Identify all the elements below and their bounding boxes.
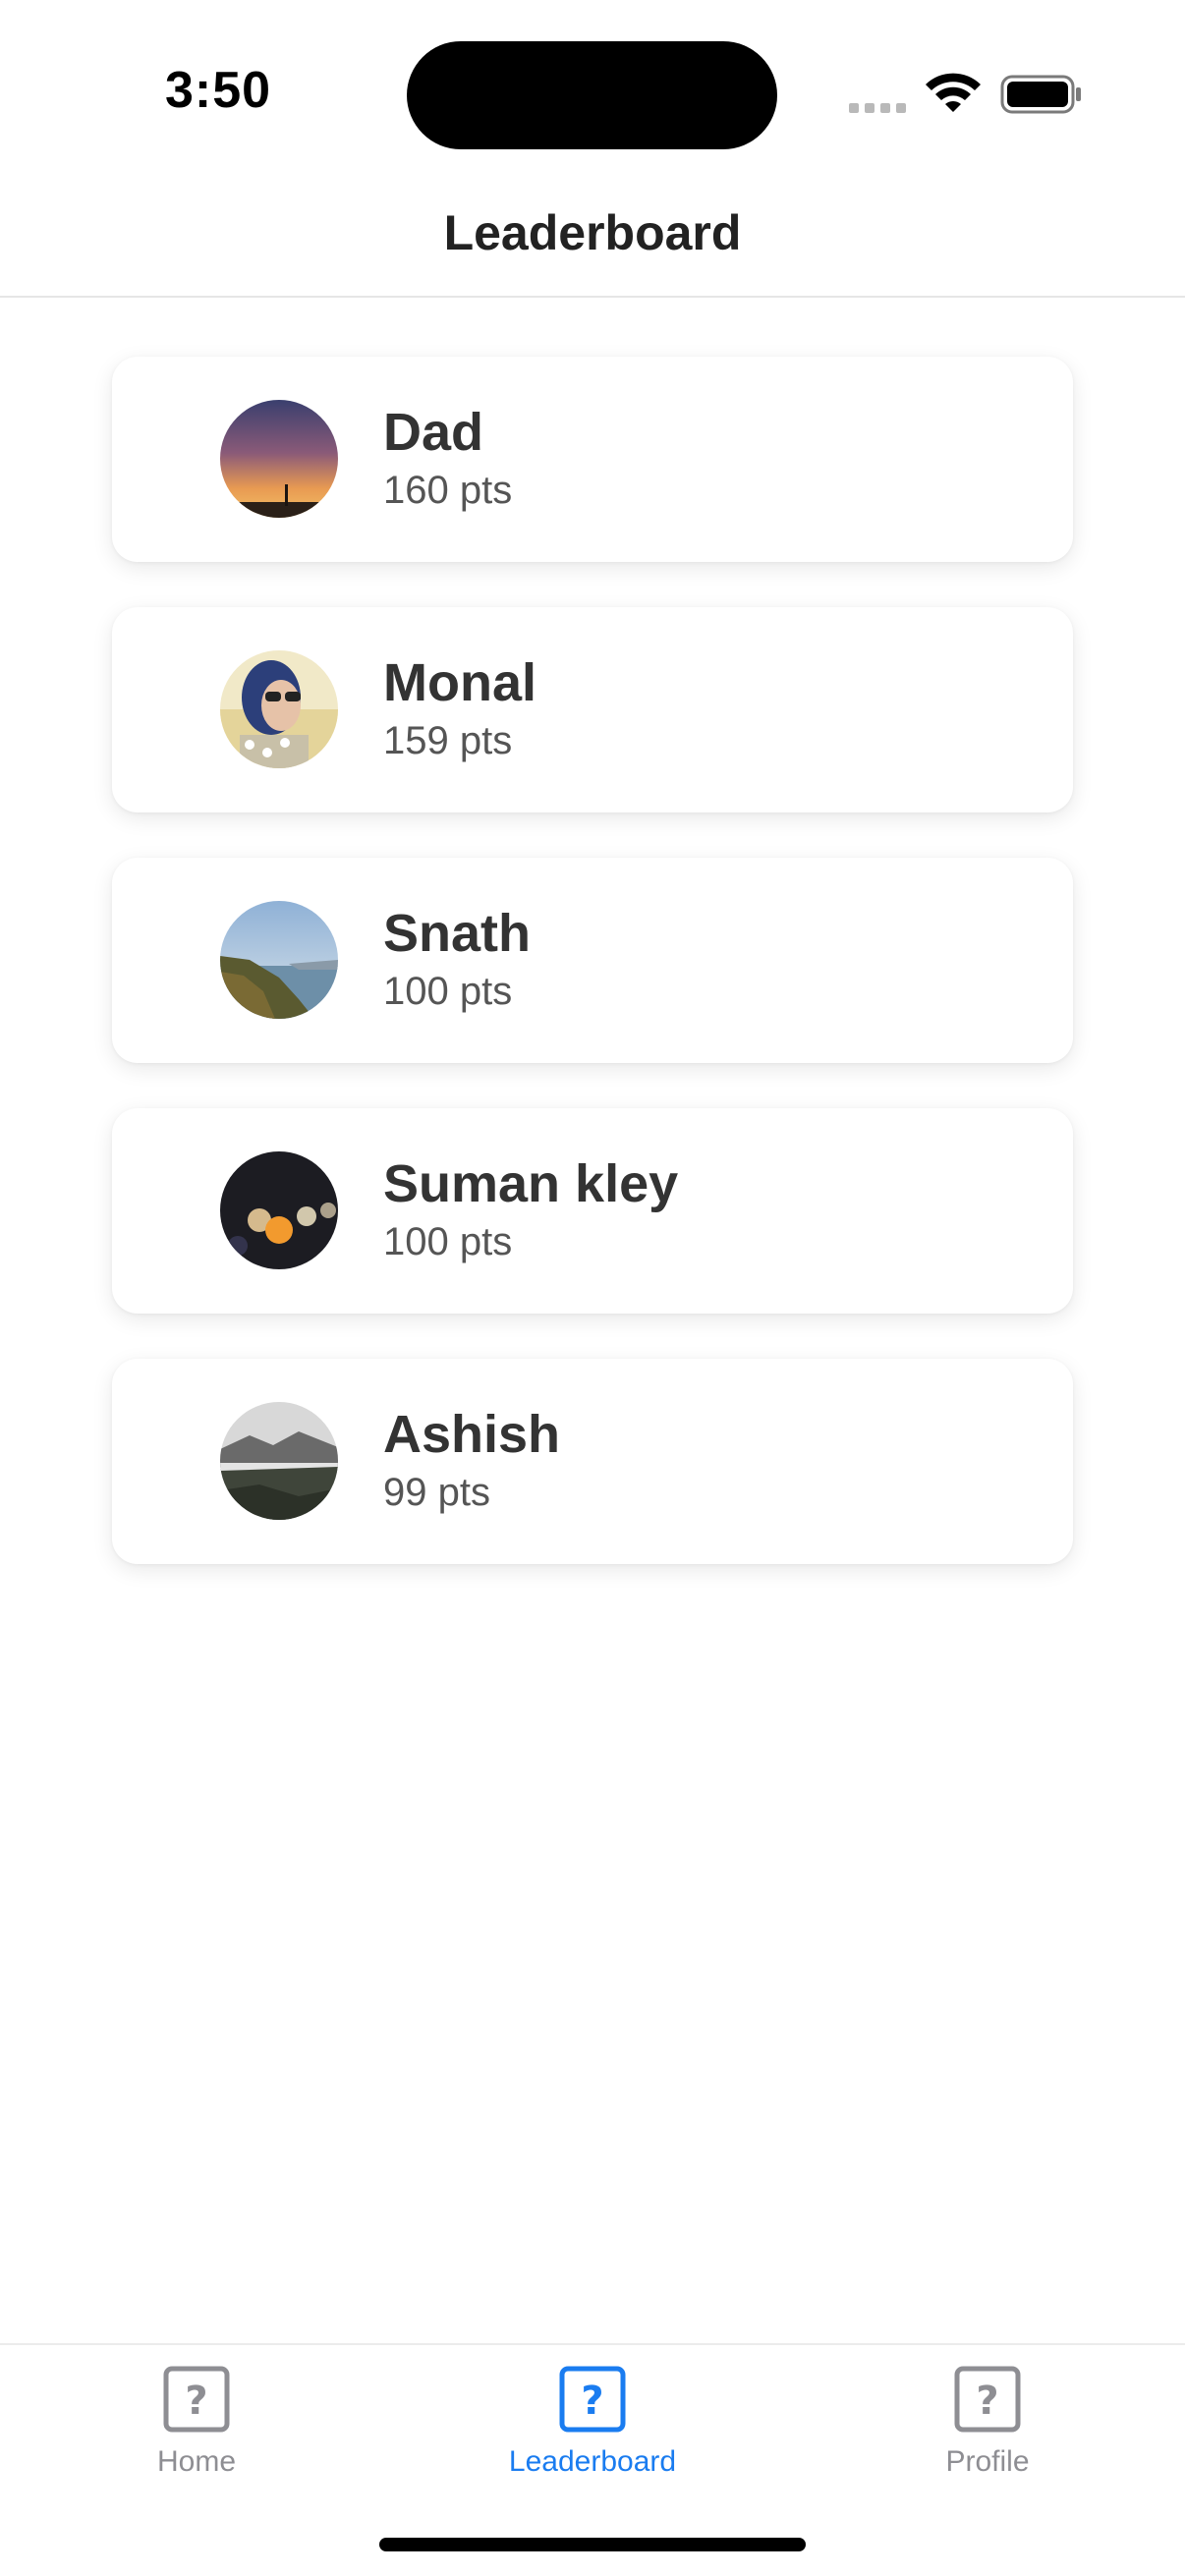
mountain-lake-avatar: [220, 1402, 338, 1520]
home-indicator: [379, 2538, 806, 2551]
player-points: 100 pts: [383, 970, 513, 1013]
player-points: 99 pts: [383, 1471, 490, 1514]
dynamic-island: [407, 41, 777, 149]
wifi-icon: [926, 73, 981, 112]
player-name: Monal: [383, 653, 536, 712]
player-points: 159 pts: [383, 719, 513, 762]
navigation-header: Leaderboard: [0, 187, 1185, 298]
leaderboard-row[interactable]: Snath 100 pts: [112, 858, 1073, 1063]
tab-label: Home: [156, 2445, 237, 2478]
portrait-avatar: [220, 650, 338, 768]
player-name: Suman kley: [383, 1154, 679, 1213]
bokeh-lights-avatar: [220, 1151, 338, 1269]
status-bar: 3:50: [0, 0, 1185, 187]
player-name: Snath: [383, 904, 532, 963]
coast-avatar: [220, 901, 338, 1019]
tab-label: Leaderboard: [508, 2445, 677, 2478]
leaderboard-list: Dad 160 pts Monal 159 pts Snath 100 pts …: [112, 357, 1073, 1609]
player-points: 100 pts: [383, 1220, 513, 1263]
sunset-avatar: [220, 400, 338, 518]
leaderboard-row[interactable]: Ashish 99 pts: [112, 1359, 1073, 1564]
tab-label: Profile: [945, 2445, 1030, 2478]
tab-home[interactable]: ? Home: [69, 2365, 324, 2512]
tab-profile[interactable]: ? Profile: [860, 2365, 1115, 2512]
status-time: 3:50: [165, 62, 272, 119]
leaderboard-row[interactable]: Dad 160 pts: [112, 357, 1073, 562]
svg-text:?: ?: [976, 2379, 998, 2424]
leaderboard-row[interactable]: Suman kley 100 pts: [112, 1108, 1073, 1314]
player-name: Dad: [383, 403, 484, 462]
player-name: Ashish: [383, 1405, 561, 1464]
svg-text:?: ?: [185, 2379, 207, 2424]
svg-text:?: ?: [581, 2379, 603, 2424]
player-points: 160 pts: [383, 469, 513, 512]
page-title: Leaderboard: [443, 205, 742, 260]
cellular-signal-icon: [849, 103, 906, 113]
question-square-icon: ?: [954, 2366, 1021, 2433]
tab-leaderboard[interactable]: ? Leaderboard: [465, 2365, 720, 2512]
question-square-icon: ?: [163, 2366, 230, 2433]
battery-icon: [1000, 75, 1081, 114]
question-square-icon: ?: [559, 2366, 626, 2433]
leaderboard-row[interactable]: Monal 159 pts: [112, 607, 1073, 812]
